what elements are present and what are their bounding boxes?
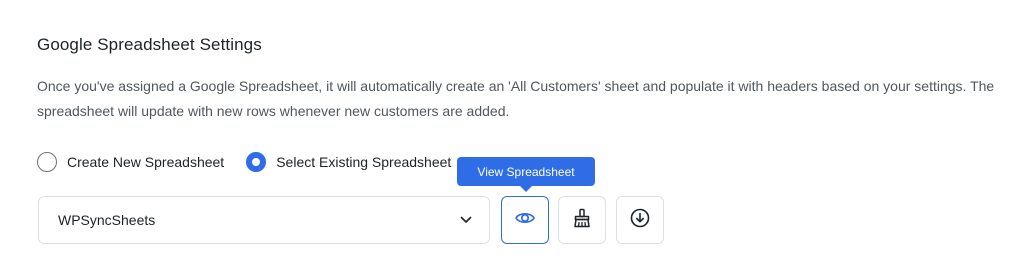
radio-checked-icon[interactable] (246, 152, 267, 172)
radio-unchecked-icon[interactable] (37, 152, 57, 172)
radio-select-existing-spreadsheet[interactable]: Select Existing Spreadsheet (246, 152, 451, 172)
eye-icon (514, 207, 536, 234)
chevron-down-icon (459, 213, 473, 227)
section-description: Once you've assigned a Google Spreadshee… (37, 78, 995, 119)
download-spreadsheet-button[interactable] (616, 196, 664, 244)
spreadsheet-select-value: WPSyncSheets (58, 212, 156, 228)
radio-create-new-spreadsheet[interactable]: Create New Spreadsheet (37, 152, 224, 172)
clean-spreadsheet-button[interactable] (558, 196, 606, 244)
section-title: Google Spreadsheet Settings (37, 35, 262, 54)
view-spreadsheet-button[interactable] (501, 196, 549, 244)
spreadsheet-select[interactable]: WPSyncSheets (38, 196, 490, 244)
spreadsheet-mode-radio-group: Create New Spreadsheet Select Existing S… (37, 150, 451, 174)
view-spreadsheet-tooltip: View Spreadsheet (457, 157, 595, 186)
radio-create-new-label: Create New Spreadsheet (67, 154, 225, 170)
download-icon (629, 207, 651, 234)
radio-select-existing-label: Select Existing Spreadsheet (276, 154, 452, 170)
tooltip-arrow (519, 185, 533, 192)
broom-icon (571, 207, 593, 234)
spreadsheet-settings-panel: Google Spreadsheet Settings Once you've … (0, 0, 1024, 274)
